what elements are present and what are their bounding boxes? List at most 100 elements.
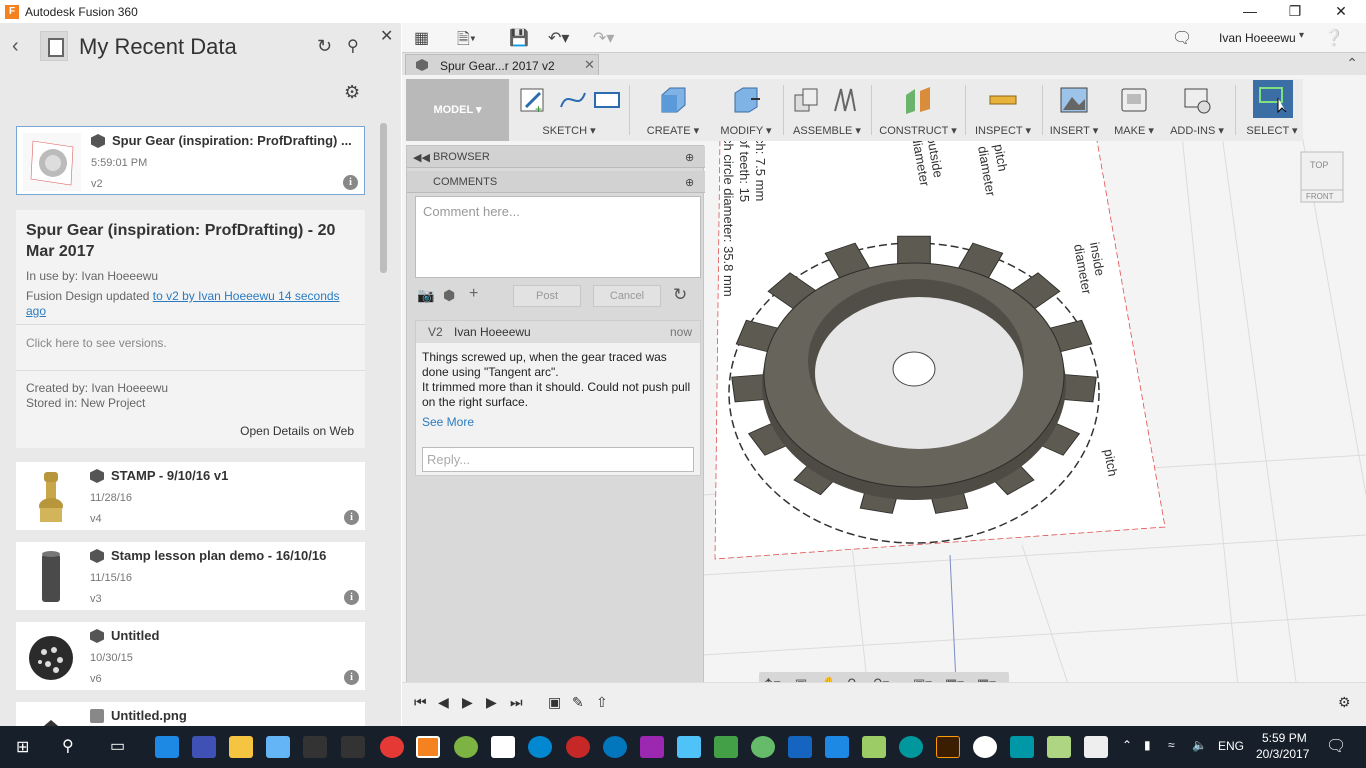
assemble-menu[interactable]: ASSEMBLE ▾	[789, 124, 865, 137]
reply-input[interactable]: Reply...	[422, 447, 694, 472]
battery-icon[interactable]: ▮	[1144, 738, 1151, 752]
app-icon[interactable]	[1010, 736, 1034, 758]
task-view-icon[interactable]: ▭	[110, 736, 125, 756]
clock-time[interactable]: 5:59 PM	[1262, 731, 1307, 745]
wifi-icon[interactable]: ≈	[1168, 738, 1175, 752]
list-item-stamp-lesson[interactable]: Stamp lesson plan demo - 16/10/16 11/15/…	[16, 542, 365, 610]
android-icon[interactable]	[454, 736, 478, 758]
app-icon[interactable]	[566, 736, 590, 758]
close-button[interactable]: ✕	[1318, 0, 1364, 23]
sketch-group[interactable]: + SKETCH ▾	[514, 79, 624, 141]
job-status-icon[interactable]: 🗨	[1172, 28, 1192, 48]
timeline-settings-icon[interactable]: ⚙	[1338, 694, 1351, 711]
wechat-icon[interactable]	[751, 736, 775, 758]
insert-menu[interactable]: INSERT ▾	[1046, 124, 1102, 137]
app-icon[interactable]	[714, 736, 738, 758]
comments-expand-icon[interactable]: ⊕	[685, 176, 694, 189]
save-icon[interactable]: 💾	[509, 28, 529, 48]
refresh-icon[interactable]: ↻	[317, 36, 332, 57]
fusion-taskbar-icon[interactable]	[416, 736, 440, 758]
list-item-stamp[interactable]: STAMP - 9/10/16 v1 11/28/16 v4 i	[16, 462, 365, 530]
clock-date[interactable]: 20/3/2017	[1256, 747, 1309, 761]
timeline-prev-icon[interactable]: ◀	[438, 694, 449, 711]
inspect-menu[interactable]: INSPECT ▾	[970, 124, 1036, 137]
sketch-menu[interactable]: SKETCH ▾	[514, 124, 624, 137]
timeline-start-icon[interactable]: ⏮	[414, 694, 427, 711]
language-indicator[interactable]: ENG	[1218, 739, 1244, 753]
extrude-feature-icon[interactable]: ⇧	[596, 694, 608, 711]
timeline-next-icon[interactable]: ▶	[462, 694, 473, 711]
create-menu[interactable]: CREATE ▾	[638, 124, 708, 137]
calendar-icon[interactable]	[491, 736, 515, 758]
data-panel-grid-icon[interactable]: ▦	[414, 28, 429, 48]
collapse-browser-icon[interactable]: ◀◀	[413, 151, 430, 164]
attach-body-icon[interactable]: ⬢	[443, 287, 455, 304]
construct-menu[interactable]: CONSTRUCT ▾	[878, 124, 958, 137]
close-tab-icon[interactable]: ✕	[584, 57, 595, 73]
attach-point-icon[interactable]: +	[469, 285, 478, 303]
modify-group[interactable]: MODIFY ▾	[714, 79, 778, 141]
view-cube-front[interactable]: FRONT	[1306, 192, 1334, 201]
list-item-untitled-png[interactable]: Untitled.png	[16, 702, 365, 726]
assemble-group[interactable]: ASSEMBLE ▾	[789, 79, 865, 141]
design-canvas[interactable]: outside diameter pitch diameter inside d…	[402, 75, 1366, 726]
select-group[interactable]: SELECT ▾	[1241, 79, 1303, 141]
volume-icon[interactable]: 🔈	[1192, 738, 1207, 752]
undo-icon[interactable]: ↶▾	[548, 28, 569, 48]
open-details-link[interactable]: Open Details on Web	[240, 424, 354, 438]
comment-input[interactable]: Comment here...	[415, 196, 701, 278]
app-icon[interactable]	[677, 736, 701, 758]
store-icon[interactable]	[192, 736, 216, 758]
arduino-icon[interactable]	[899, 736, 923, 758]
make-group[interactable]: MAKE ▾	[1108, 79, 1160, 141]
app-icon[interactable]	[266, 736, 290, 758]
view-cube[interactable]: TOP FRONT	[1299, 150, 1345, 206]
select-menu[interactable]: SELECT ▾	[1241, 124, 1303, 137]
app-icon[interactable]	[640, 736, 664, 758]
file-explorer-icon[interactable]	[229, 736, 253, 758]
app-icon[interactable]	[603, 736, 627, 758]
search-icon[interactable]: ⚲	[347, 36, 359, 56]
collapse-toolbar-icon[interactable]: ⌃	[1346, 55, 1358, 72]
redo-icon[interactable]: ↷▾	[593, 28, 614, 48]
edge-icon[interactable]	[155, 736, 179, 758]
cancel-button[interactable]: Cancel	[593, 285, 661, 307]
app-icon[interactable]	[528, 736, 552, 758]
inspect-group[interactable]: INSPECT ▾	[970, 79, 1036, 141]
command-prompt-icon[interactable]	[303, 736, 327, 758]
post-button[interactable]: Post	[513, 285, 581, 307]
construct-group[interactable]: CONSTRUCT ▾	[878, 79, 958, 141]
refresh-comments-icon[interactable]: ↻	[673, 285, 687, 305]
create-group[interactable]: CREATE ▾	[638, 79, 708, 141]
modify-menu[interactable]: MODIFY ▾	[714, 124, 778, 137]
app-icon[interactable]	[1047, 736, 1071, 758]
view-cube-top[interactable]: TOP	[1310, 160, 1328, 170]
restore-button[interactable]: ❐	[1272, 0, 1318, 23]
browser-header[interactable]: ◀◀ BROWSER ⊕	[407, 146, 705, 168]
app-icon[interactable]	[788, 736, 812, 758]
versions-hint[interactable]: Click here to see versions.	[26, 336, 167, 350]
photos-icon[interactable]	[1084, 736, 1108, 758]
comments-header[interactable]: COMMENTS ⊕	[407, 171, 705, 193]
add-ins-menu[interactable]: ADD-INS ▾	[1166, 124, 1228, 137]
documents-icon[interactable]	[40, 31, 68, 61]
tray-chevron-icon[interactable]: ⌃	[1122, 738, 1132, 752]
hp-icon[interactable]	[973, 736, 997, 758]
info-icon[interactable]: i	[344, 670, 359, 685]
add-ins-group[interactable]: ADD-INS ▾	[1166, 79, 1228, 141]
panel-scrollbar[interactable]	[380, 123, 387, 273]
sketch-feature-icon[interactable]: ✎	[572, 694, 584, 711]
make-menu[interactable]: MAKE ▾	[1108, 124, 1160, 137]
workspace-switcher[interactable]: MODEL ▾	[406, 79, 509, 141]
info-icon[interactable]: i	[343, 175, 358, 190]
list-item-untitled[interactable]: Untitled 10/30/15 v6 i	[16, 622, 365, 690]
camera-icon[interactable]: 📷	[417, 287, 434, 304]
see-more-link[interactable]: See More	[422, 415, 696, 430]
info-icon[interactable]: i	[344, 590, 359, 605]
insert-group[interactable]: INSERT ▾	[1046, 79, 1102, 141]
timeline-end-icon[interactable]: ⏭	[510, 694, 523, 711]
minimize-button[interactable]: —	[1227, 0, 1273, 23]
search-icon[interactable]: ⚲	[62, 736, 74, 756]
illustrator-icon[interactable]	[936, 736, 960, 758]
back-arrow-icon[interactable]: ‹	[12, 35, 19, 58]
